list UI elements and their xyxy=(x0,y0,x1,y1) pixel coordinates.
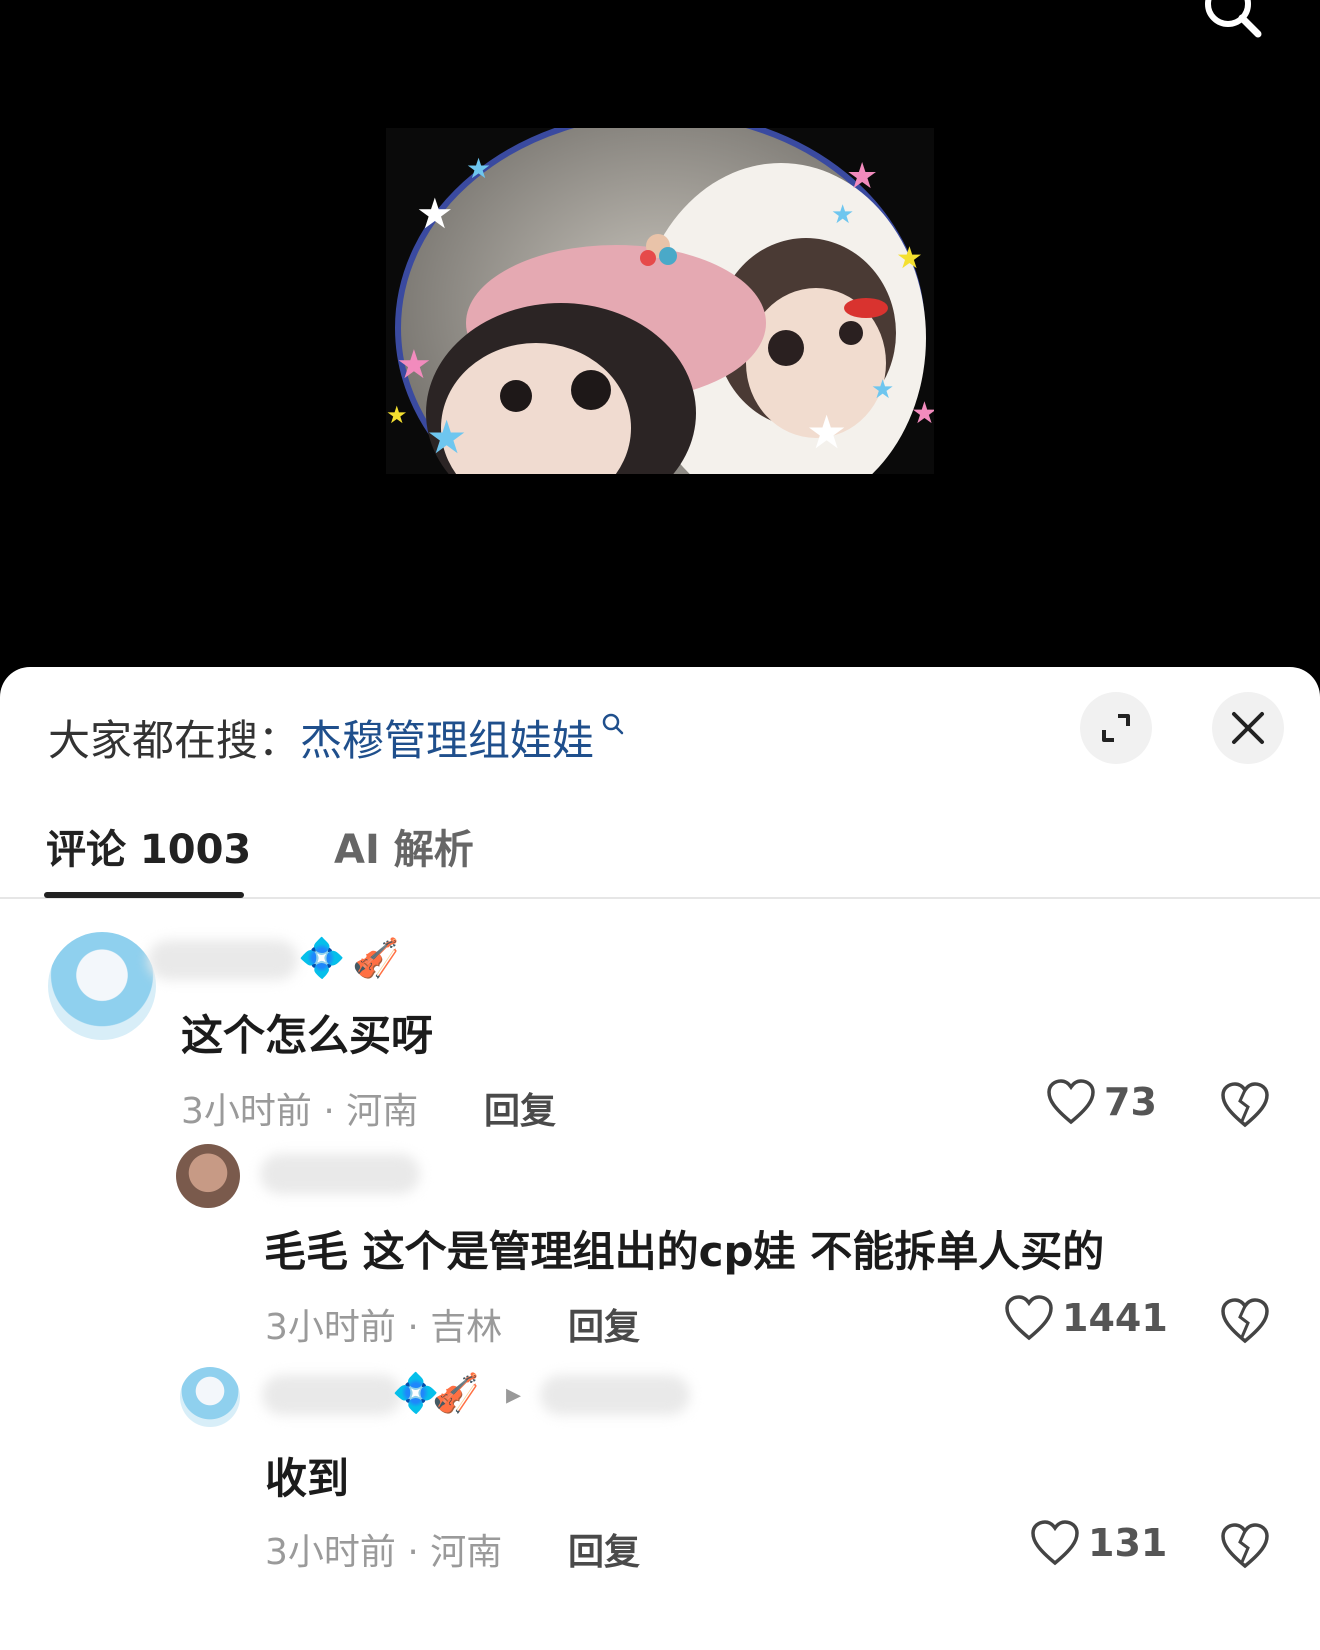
trending-search-hint[interactable]: 大家都在搜： 杰穆管理组娃娃 xyxy=(48,707,626,768)
expand-icon xyxy=(1102,714,1130,742)
reply-to-username-redacted[interactable] xyxy=(540,1375,690,1415)
expand-button[interactable] xyxy=(1080,692,1152,764)
search-icon[interactable] xyxy=(1198,0,1268,52)
like-button[interactable]: 131 xyxy=(1030,1519,1167,1567)
svg-text:★: ★ xyxy=(466,152,491,185)
username-redacted[interactable] xyxy=(262,1375,402,1415)
violin-badge-icon: 🎻 xyxy=(352,936,400,980)
svg-text:★: ★ xyxy=(871,375,894,405)
trending-search-keyword[interactable]: 杰穆管理组娃娃 xyxy=(300,707,594,768)
heart-icon xyxy=(1047,1079,1095,1125)
comments-sheet: 大家都在搜： 杰穆管理组娃娃 评论 1003 AI 解析 💠 🎻 这个怎么买呀 … xyxy=(0,667,1320,1650)
broken-heart-icon[interactable] xyxy=(1220,1296,1270,1346)
svg-text:★: ★ xyxy=(426,410,467,464)
like-button[interactable]: 73 xyxy=(1046,1078,1157,1126)
badge-icon: 💠 xyxy=(298,936,346,980)
svg-text:★: ★ xyxy=(896,241,923,276)
heart-icon xyxy=(1005,1295,1053,1341)
svg-text:★: ★ xyxy=(416,189,454,238)
reply-button[interactable]: 回复 xyxy=(568,1298,640,1350)
reply-button[interactable]: 回复 xyxy=(568,1523,640,1575)
video-area[interactable]: ★ ★ ★ ★ ★ ★ ★ ★ ★ ★ ★ xyxy=(0,0,1320,680)
svg-text:★: ★ xyxy=(911,396,934,431)
avatar[interactable] xyxy=(180,1367,240,1427)
like-count: 1441 xyxy=(1062,1296,1168,1340)
comment-text: 收到 xyxy=(265,1454,350,1503)
comment-text: 毛毛 这个是管理组出的cp娃 不能拆单人买的 xyxy=(264,1227,1105,1276)
reply-item: 毛毛 这个是管理组出的cp娃 不能拆单人买的 3小时前 · 吉林 回复 1441 xyxy=(0,1122,1320,1348)
broken-heart-icon[interactable] xyxy=(1220,1521,1270,1571)
like-count: 131 xyxy=(1088,1521,1168,1565)
search-icon xyxy=(602,713,624,735)
close-icon xyxy=(1232,712,1264,744)
svg-text:★: ★ xyxy=(386,401,408,429)
active-tab-indicator xyxy=(44,892,244,898)
tab-ai-analysis[interactable]: AI 解析 xyxy=(334,817,474,875)
close-button[interactable] xyxy=(1212,692,1284,764)
trending-search-prefix: 大家都在搜： xyxy=(48,716,301,765)
doll-photo: ★ ★ ★ ★ ★ ★ ★ ★ ★ ★ ★ xyxy=(386,128,934,474)
tab-comments[interactable]: 评论 1003 xyxy=(46,817,251,875)
like-count: 73 xyxy=(1104,1080,1157,1124)
svg-text:★: ★ xyxy=(831,200,854,230)
like-button[interactable]: 1441 xyxy=(1004,1294,1168,1342)
comment-time-location: 3小时前 · 河南 xyxy=(265,1532,503,1573)
username-redacted[interactable] xyxy=(148,940,298,980)
svg-text:★: ★ xyxy=(846,156,878,197)
avatar[interactable] xyxy=(48,932,156,1040)
comment-time-location: 3小时前 · 吉林 xyxy=(265,1307,503,1348)
username-redacted[interactable] xyxy=(260,1154,420,1194)
svg-text:★: ★ xyxy=(806,405,847,459)
comment-text: 这个怎么买呀 xyxy=(181,1011,434,1060)
svg-text:★: ★ xyxy=(396,342,432,388)
avatar[interactable] xyxy=(176,1144,240,1208)
reply-to-arrow-icon: ▸ xyxy=(506,1377,522,1412)
comment-tabs: 评论 1003 AI 解析 xyxy=(0,817,1320,899)
reply-item: 💠 🎻 ▸ 收到 3小时前 · 河南 回复 131 xyxy=(0,1347,1320,1647)
comment-item: 💠 🎻 这个怎么买呀 3小时前 · 河南 回复 73 xyxy=(0,902,1320,1132)
violin-badge-icon: 🎻 xyxy=(432,1371,480,1415)
heart-icon xyxy=(1031,1520,1079,1566)
